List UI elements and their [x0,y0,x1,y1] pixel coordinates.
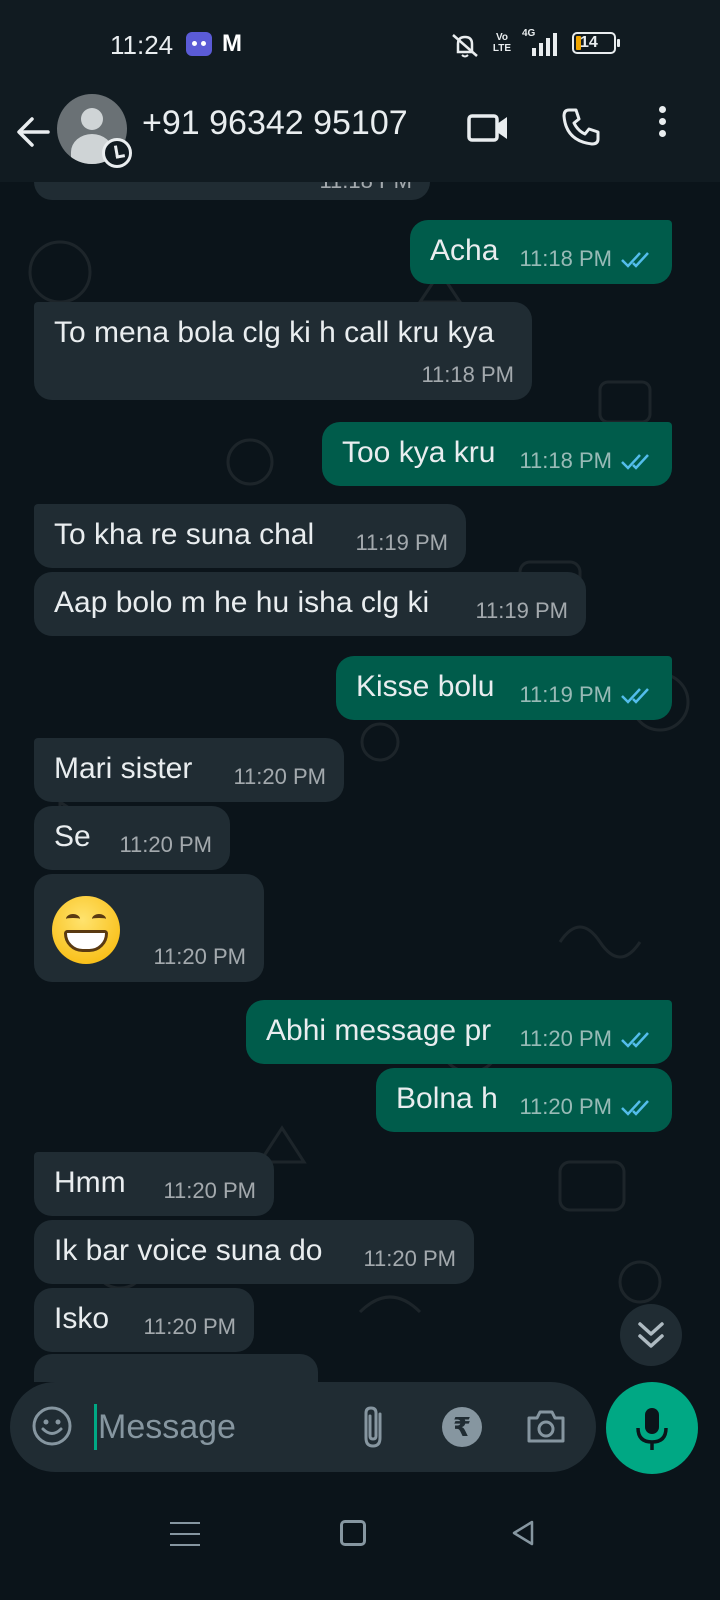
message-text: Ik bar voice suna do [54,1234,323,1267]
contact-name[interactable]: +91 96342 95107 [142,104,408,143]
signal-strength-icon: 4G [522,28,562,58]
message-text: To kha re suna chal [54,518,315,551]
message-bubble-incoming[interactable]: 11:20 PM [34,874,264,982]
message-time: 11:20 PM [119,832,212,857]
message-text: Hmm [54,1166,126,1199]
battery-level: 14 [580,34,598,51]
text-cursor [94,1404,97,1450]
read-receipt-icon [621,688,649,704]
message-text: Mari sister [54,752,193,785]
message-time: 11:20 PM [233,764,326,789]
message-time: 11:20 PM [143,1314,236,1339]
message-time: 11:18 PM [319,182,412,194]
voice-record-button[interactable] [606,1382,698,1474]
recent-apps-icon[interactable] [170,1522,200,1548]
message-bubble-incoming[interactable]: Isko 11:20 PM [34,1288,254,1352]
read-receipt-icon [621,1100,649,1116]
chat-header: +91 96342 95107 [0,90,720,182]
message-time: 11:20 PM [519,1026,612,1051]
message-text: Abhi message pr [266,1014,492,1047]
video-call-icon[interactable] [466,108,510,148]
message-time: 11:19 PM [475,598,568,623]
notification-app-icon [186,32,212,56]
microphone-icon [636,1408,668,1450]
more-options-icon[interactable] [652,106,672,146]
message-bubble-incoming[interactable]: Se 11:20 PM [34,806,230,870]
message-text: Aap bolo m he hu isha clg ki [54,586,430,619]
message-text: Bolna h [396,1082,498,1115]
read-receipt-icon [621,1032,649,1048]
nav-back-icon[interactable] [508,1518,538,1548]
message-bubble-incoming[interactable]: Mari sister 11:20 PM [34,738,344,802]
message-time: 11:20 PM [163,1178,256,1203]
message-time: 11:18 PM [519,448,612,473]
scroll-to-bottom-button[interactable] [620,1304,682,1366]
message-bubble-incoming[interactable]: To kha re suna chal 11:19 PM [34,504,466,568]
camera-icon[interactable] [524,1404,568,1448]
message-time: 11:18 PM [421,362,514,387]
status-update-icon[interactable] [102,138,132,168]
message-time: 11:19 PM [355,530,448,555]
message-bubble-outgoing[interactable]: Too kya kru 11:18 PM [322,422,672,486]
grinning-face-emoji-icon [52,896,120,964]
message-text: To mena bola clg ki h call kru kya [54,316,495,349]
status-bar: 11:24 M Vo LTE 4G 14 [0,0,720,90]
message-bubble-outgoing[interactable]: Bolna h 11:20 PM [376,1068,672,1132]
message-bubble-incoming[interactable]: To mena bola clg ki h call kru kya 11:18… [34,302,532,400]
voice-call-icon[interactable] [560,106,602,148]
message-bubble-incoming[interactable]: Hmm 11:20 PM [34,1152,274,1216]
message-bubble-outgoing[interactable]: Acha 11:18 PM [410,220,672,284]
home-icon[interactable] [340,1520,366,1546]
paperclip-attach-icon[interactable] [356,1404,392,1450]
message-bubble-incoming[interactable]: Ik bar voice suna do 11:20 PM [34,1220,474,1284]
message-bubble-outgoing[interactable]: Kisse bolu 11:19 PM [336,656,672,720]
read-receipt-icon [621,252,649,268]
message-time: 11:20 PM [519,1094,612,1119]
message-text: Acha [430,234,499,267]
message-time: 11:20 PM [153,944,246,969]
read-receipt-icon [621,454,649,470]
back-arrow-icon[interactable] [14,112,54,152]
battery-icon: 14 [572,32,620,54]
status-time: 11:24 [110,30,174,60]
payment-rupee-icon[interactable]: ₹ [442,1407,482,1447]
system-navigation-bar [0,1482,720,1600]
double-chevron-down-icon [638,1322,664,1348]
message-text: Se [54,820,91,853]
emoji-icon[interactable] [30,1404,74,1448]
message-bubble-incoming[interactable]: Aap bolo m he hu isha clg ki 11:19 PM [34,572,586,636]
message-text: Kisse bolu [356,670,495,703]
message-composer[interactable]: ₹ [10,1382,596,1472]
message-bubble-incoming[interactable] [34,1354,318,1382]
message-bubble-outgoing[interactable]: Abhi message pr 11:20 PM [246,1000,672,1064]
message-time: 11:20 PM [363,1246,456,1271]
message-list[interactable]: 11:18 PM Acha 11:18 PM To mena bola clg … [0,182,720,1382]
message-bubble-incoming[interactable]: 11:18 PM [34,182,430,200]
volte-indicator: Vo LTE [492,32,512,54]
message-time: 11:18 PM [519,246,612,271]
notification-m-icon: M [222,30,242,57]
message-time: 11:19 PM [519,682,612,707]
message-text: Isko [54,1302,110,1335]
message-text: Too kya kru [342,436,496,469]
mute-bell-icon [452,34,478,58]
message-input[interactable] [98,1402,338,1452]
